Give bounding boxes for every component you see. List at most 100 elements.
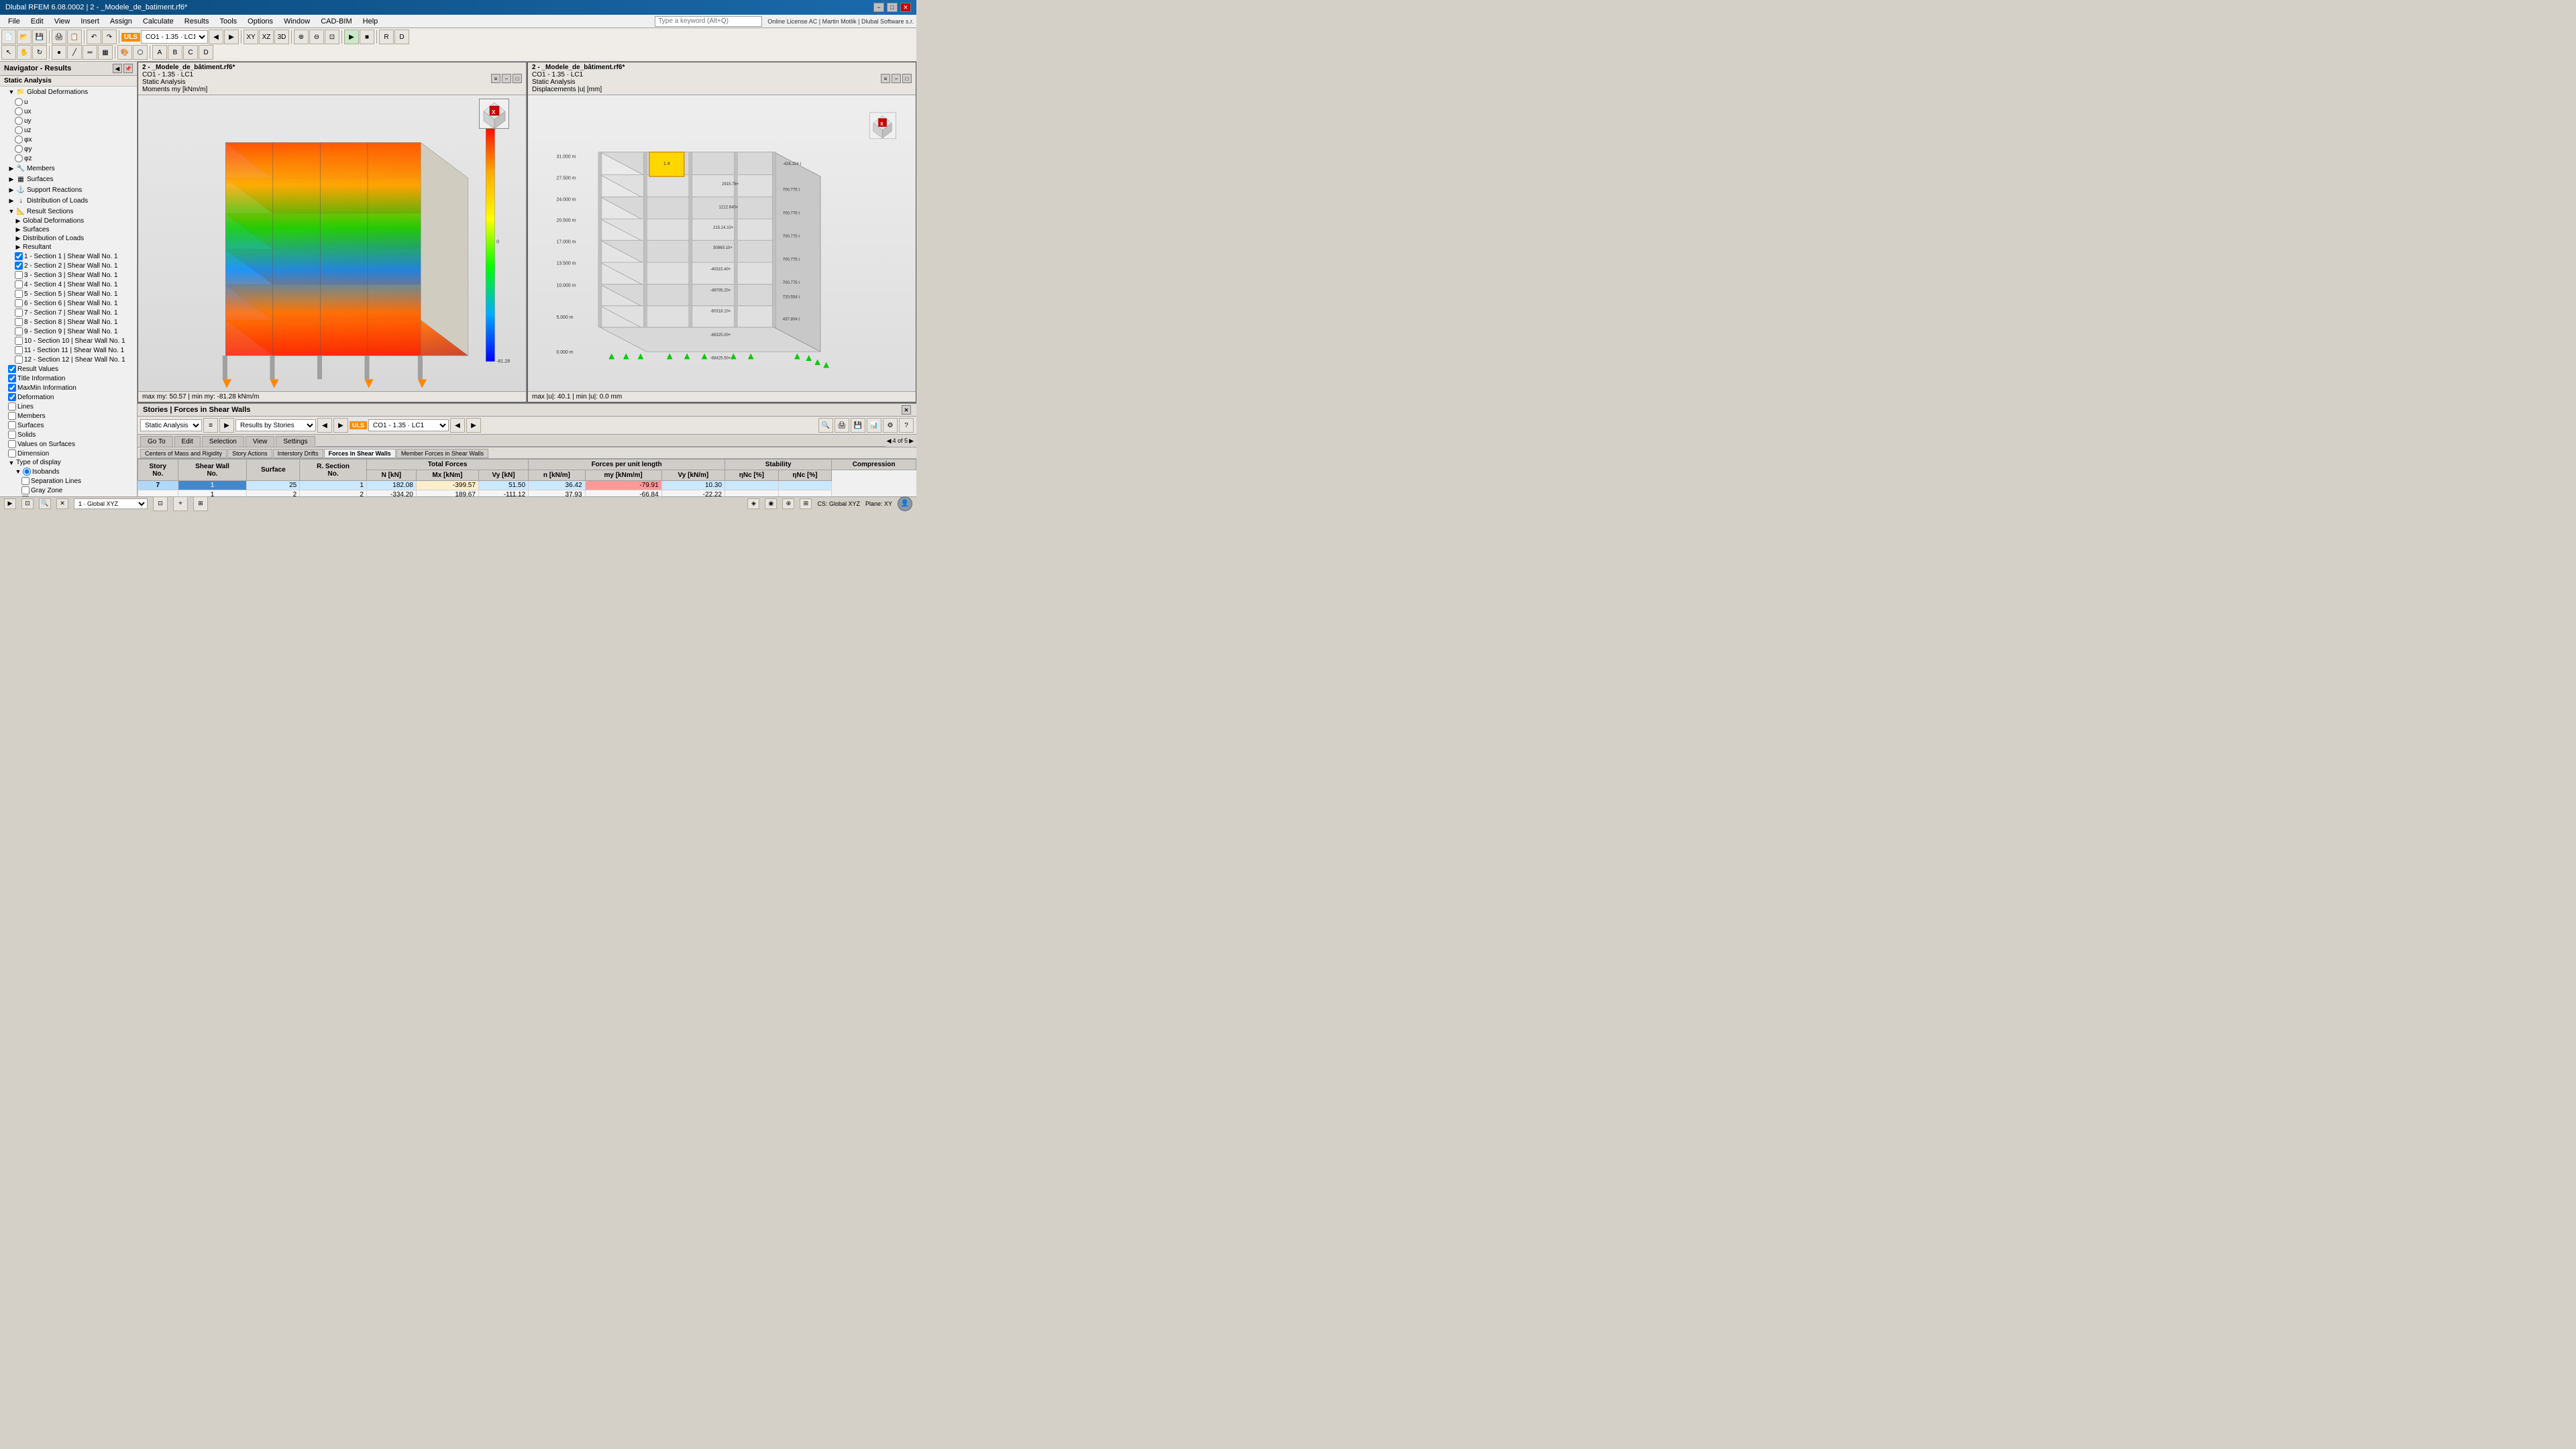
nav-phiz[interactable]: φz [0, 154, 137, 163]
check-sec9[interactable] [15, 327, 23, 335]
check-surfaces2[interactable] [8, 421, 16, 429]
check-sec8[interactable] [15, 318, 23, 326]
line-btn[interactable]: ╱ [67, 45, 82, 60]
check-sec7[interactable] [15, 309, 23, 317]
redo-btn[interactable]: ↷ [102, 30, 117, 44]
vp-right-menu-btn[interactable]: ≡ [881, 74, 890, 83]
nav-rs-resultant[interactable]: ▶ Resultant [0, 243, 137, 252]
check-sec2[interactable] [15, 262, 23, 270]
check-deformation[interactable] [8, 393, 16, 401]
nav-surfaces2[interactable]: Surfaces [0, 421, 137, 430]
open-btn[interactable]: 📂 [17, 30, 32, 44]
nav-rs-global[interactable]: ▶ Global Deformations [0, 217, 137, 225]
nav-title-info[interactable]: Title Information [0, 374, 137, 383]
viewport-right-canvas[interactable]: 31.000 m 27.500 m 24.000 m 20.500 m 17.0… [528, 95, 916, 391]
expand-rs-surfaces-icon[interactable]: ▶ [15, 227, 21, 233]
user-avatar[interactable]: 👤 [898, 496, 912, 511]
expand-rs-icon[interactable]: ▼ [8, 208, 15, 215]
expand-support-icon[interactable]: ▶ [8, 186, 15, 193]
tb-icon3[interactable]: 💾 [851, 418, 865, 433]
status-icon2[interactable]: ◉ [765, 498, 777, 509]
nav-members[interactable]: ▶ 🔧 Members [0, 163, 137, 174]
nav-surfaces[interactable]: ▶ ▦ Surfaces [0, 174, 137, 184]
nav-rs-dist[interactable]: ▶ Distribution of Loads [0, 234, 137, 243]
nav-ux[interactable]: ux [0, 107, 137, 116]
vp-left-max-btn[interactable]: □ [513, 74, 522, 83]
vp-left-menu-btn[interactable]: ≡ [491, 74, 500, 83]
grid-btn[interactable]: ⊞ [193, 496, 208, 511]
menu-view[interactable]: View [49, 16, 76, 27]
section-b-btn[interactable]: B [168, 45, 182, 60]
menu-results[interactable]: Results [179, 16, 215, 27]
view-xz-btn[interactable]: XZ [259, 30, 274, 44]
menu-calculate[interactable]: Calculate [138, 16, 179, 27]
nav-maxmin-info[interactable]: MaxMin Information [0, 383, 137, 392]
check-result-values[interactable] [8, 365, 16, 373]
tab-selection[interactable]: Selection [202, 436, 244, 447]
nav-rs-surfaces[interactable]: ▶ Surfaces [0, 225, 137, 234]
nav-sec2[interactable]: 2 - Section 2 | Shear Wall No. 1 [0, 261, 137, 270]
zoom-out-btn[interactable]: ⊖ [309, 30, 324, 44]
check-dimension[interactable] [8, 449, 16, 458]
nav-isobands[interactable]: ▼ Isobands [0, 467, 137, 476]
check-values-surfaces[interactable] [8, 440, 16, 448]
table-row[interactable]: 7 1 25 1 182.08 -399.57 51.50 36.42 -79.… [138, 481, 916, 490]
nav-gray-zone[interactable]: Gray Zone [0, 486, 137, 495]
radio-phiz[interactable] [15, 154, 23, 162]
nav-type-display[interactable]: ▼ Type of display [0, 458, 137, 467]
check-sec5[interactable] [15, 290, 23, 298]
radio-ux[interactable] [15, 107, 23, 115]
nav-members2[interactable]: Members [0, 411, 137, 421]
expand-icon[interactable]: ▼ [8, 89, 15, 95]
tab-member-forces[interactable]: Member Forces in Shear Walls [396, 449, 488, 458]
results-next-btn[interactable]: ▶ [333, 418, 348, 433]
calculate-btn[interactable]: ▶ [344, 30, 359, 44]
nav-sec12[interactable]: 12 - Section 12 | Shear Wall No. 1 [0, 355, 137, 364]
new-btn[interactable]: 📄 [1, 30, 16, 44]
zoom-fit-btn[interactable]: ⊡ [325, 30, 339, 44]
nav-sec7[interactable]: 7 - Section 7 | Shear Wall No. 1 [0, 308, 137, 317]
section-a-btn[interactable]: A [152, 45, 167, 60]
nav-deformation[interactable]: Deformation [0, 392, 137, 402]
view-3d-btn[interactable]: 3D [274, 30, 289, 44]
snap-btn[interactable]: ⌖ [173, 496, 188, 511]
nav-result-values[interactable]: Result Values [0, 364, 137, 374]
nav-values-surfaces[interactable]: Values on Surfaces [0, 439, 137, 449]
print-prev-btn[interactable]: 📋 [67, 30, 82, 44]
nav-sec3[interactable]: 3 - Section 3 | Shear Wall No. 1 [0, 270, 137, 280]
check-gray-zone[interactable] [21, 486, 30, 494]
nav-sec5[interactable]: 5 - Section 5 | Shear Wall No. 1 [0, 289, 137, 299]
menu-tools[interactable]: Tools [214, 16, 242, 27]
check-title-info[interactable] [8, 374, 16, 382]
tb-icon1[interactable]: 🔍 [818, 418, 833, 433]
menu-insert[interactable]: Insert [75, 16, 105, 27]
lc-next-btn[interactable]: ▶ [466, 418, 481, 433]
expand-distloads-icon[interactable]: ▶ [8, 197, 15, 204]
status-btn3[interactable]: 🔍 [39, 498, 51, 509]
check-maxmin[interactable] [8, 384, 16, 392]
nav-global-deformations[interactable]: ▼ 📁 Global Deformations [0, 87, 137, 97]
radio-uz[interactable] [15, 126, 23, 134]
radio-u[interactable] [15, 98, 23, 106]
tb-icon5[interactable]: ⚙ [883, 418, 898, 433]
rotate-btn[interactable]: ↻ [32, 45, 47, 60]
section-c-btn[interactable]: C [183, 45, 198, 60]
check-sep-lines[interactable] [21, 477, 30, 485]
check-members2[interactable] [8, 412, 16, 420]
section-d-btn[interactable]: D [199, 45, 213, 60]
undo-btn[interactable]: ↶ [87, 30, 101, 44]
tab-actions[interactable]: Story Actions [227, 449, 272, 458]
minimize-button[interactable]: − [873, 3, 884, 12]
check-lines[interactable] [8, 402, 16, 411]
check-sec4[interactable] [15, 280, 23, 288]
print-btn[interactable]: 🖨 [52, 30, 66, 44]
zoom-in-btn[interactable]: ⊕ [294, 30, 309, 44]
menu-edit[interactable]: Edit [25, 16, 49, 27]
nav-pin-btn[interactable]: 📌 [123, 64, 133, 73]
render-btn[interactable]: 🎨 [117, 45, 132, 60]
menu-file[interactable]: File [3, 16, 25, 27]
coord-system-combo[interactable]: 1 · Global XYZ [74, 498, 148, 509]
nav-solids[interactable]: Solids [0, 430, 137, 439]
status-icon3[interactable]: ⊕ [782, 498, 794, 509]
tb-icon2[interactable]: 🖨 [835, 418, 849, 433]
